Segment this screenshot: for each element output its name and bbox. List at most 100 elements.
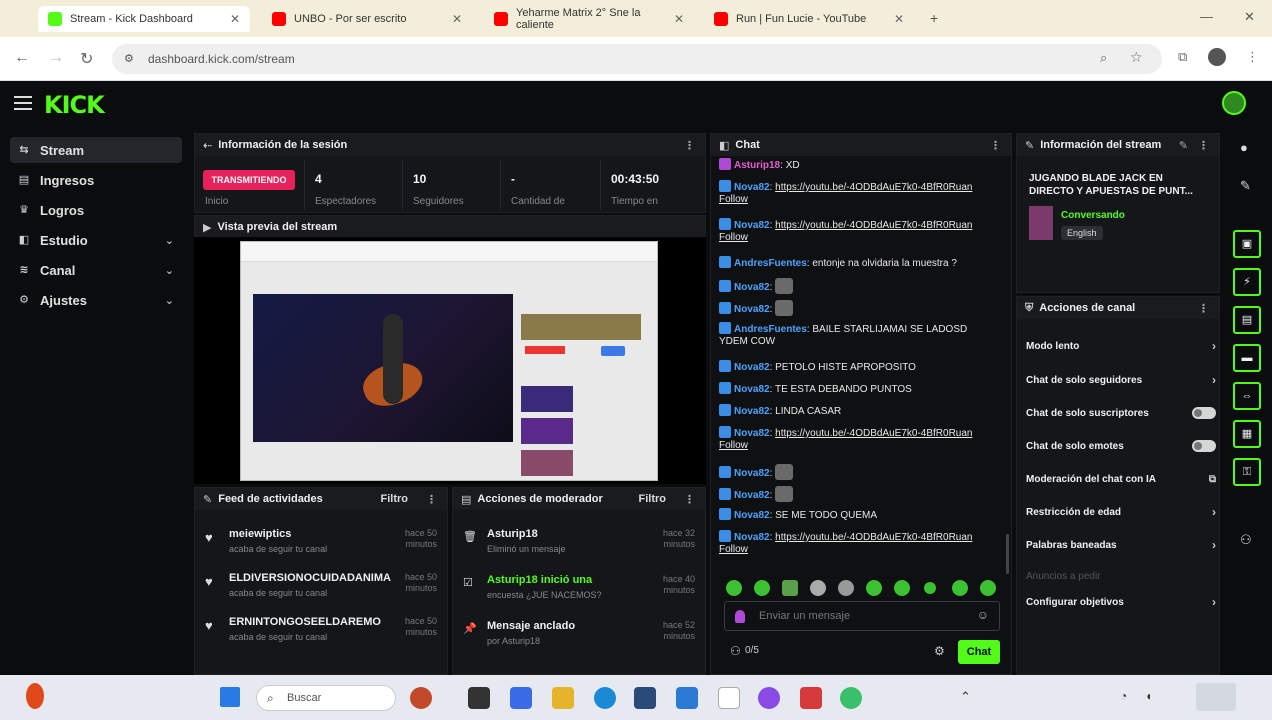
wifi-icon[interactable]: ◔: [1120, 689, 1127, 703]
chat-username[interactable]: Nova82: [734, 304, 770, 315]
browser-tab-kick[interactable]: Stream - Kick Dashboard ✕: [38, 6, 250, 32]
browser-tab-youtube-2[interactable]: Yeharme Matrix 2° Sne la caliente ✕: [484, 6, 694, 32]
activity-username[interactable]: meiewiptics: [229, 528, 291, 540]
chevron-down-icon[interactable]: ⌄: [165, 294, 174, 307]
chat-message[interactable]: Nova82: https://youtu.be/-4ODBdAuE7k0-4B…: [719, 530, 993, 556]
app-icon[interactable]: [410, 687, 432, 709]
emote-icon[interactable]: [980, 580, 996, 596]
settings-icon[interactable]: ⚙: [934, 644, 945, 658]
forward-icon[interactable]: →: [48, 49, 64, 67]
emote-icon[interactable]: [924, 582, 936, 594]
users-icon[interactable]: ⚇: [730, 644, 741, 658]
close-window-icon[interactable]: ✕: [1244, 9, 1255, 25]
list-icon[interactable]: ▤: [1233, 306, 1261, 334]
chat-message[interactable]: AndresFuentes: entonje na olvidaria la m…: [719, 256, 993, 270]
channel-action-item[interactable]: Anuncios a pedir: [1026, 568, 1216, 584]
chat-bubble-icon[interactable]: ▬: [1233, 344, 1261, 372]
app-icon[interactable]: [758, 687, 780, 709]
profile-avatar[interactable]: [1208, 48, 1226, 66]
activity-username[interactable]: ELDIVERSIONOCUIDADANIMA: [229, 572, 391, 584]
chat-username[interactable]: Nova82: [734, 362, 770, 373]
user-avatar[interactable]: [1222, 91, 1246, 115]
chat-scrollbar[interactable]: [1006, 534, 1009, 574]
chat-message[interactable]: Nova82: TE ESTA DEBANDO PUNTOS: [719, 382, 993, 396]
chevron-right-icon[interactable]: ›: [1212, 595, 1216, 609]
more-options-icon[interactable]: ⋮: [684, 139, 695, 152]
chat-message[interactable]: Nova82: LINDA CASAR: [719, 404, 993, 418]
emote-icon[interactable]: [866, 580, 882, 596]
taskbar-search[interactable]: ⌕ Buscar: [256, 685, 396, 711]
chat-username[interactable]: Nova82: [734, 510, 770, 521]
chat-username[interactable]: Nova82: [734, 220, 770, 231]
app-icon[interactable]: [634, 687, 656, 709]
channel-action-item[interactable]: Moderación del chat con IA ⧉: [1026, 471, 1216, 487]
chat-message[interactable]: Nova82: SE ME TODO QUEMA: [719, 508, 993, 522]
chat-message[interactable]: Nova82: https://youtu.be/-4ODBdAuE7k0-4B…: [719, 180, 993, 206]
chat-username[interactable]: AndresFuentes: [734, 258, 807, 269]
more-options-icon[interactable]: ⋮: [684, 493, 695, 506]
activity-row[interactable]: ♥ meiewiptics acaba de seguir tu canal hace…: [195, 522, 447, 566]
edit-icon[interactable]: ✎: [1179, 139, 1188, 152]
close-tab-icon[interactable]: ✕: [452, 12, 462, 26]
emote-icon[interactable]: [810, 580, 826, 596]
chat-message[interactable]: Nova82:: [719, 300, 993, 316]
send-chat-button[interactable]: Chat: [958, 640, 1000, 664]
channel-action-item[interactable]: Chat de solo emotes: [1026, 438, 1216, 454]
filter-button[interactable]: Filtro: [639, 493, 667, 505]
layout-icon[interactable]: ▣: [1233, 230, 1261, 258]
hamburger-menu-icon[interactable]: [14, 96, 32, 110]
chat-message[interactable]: Nova82:: [719, 278, 993, 294]
emote-icon[interactable]: [838, 580, 854, 596]
sidebar-item-ajustes[interactable]: ⚙ Ajustes ⌄: [10, 287, 182, 313]
chat-message[interactable]: Nova82: https://youtu.be/-4ODBdAuE7k0-4B…: [719, 218, 993, 244]
mod-action-row[interactable]: ☑ Asturip18 inició una encuesta ¿JUE NACEM…: [453, 568, 705, 612]
chat-message-list[interactable]: Asturip18: XD Nova82: https://youtu.be/-4…: [711, 158, 1011, 578]
chevron-right-icon[interactable]: ›: [1212, 339, 1216, 353]
more-options-icon[interactable]: ⋮: [1198, 139, 1209, 152]
mod-action-title[interactable]: Asturip18: [487, 528, 538, 540]
browser-tab-youtube-3[interactable]: Run | Fun Lucie - YouTube ✕: [704, 6, 914, 32]
activity-row[interactable]: ♥ ERNINTONGOSEELDAREMO acaba de seguir tu …: [195, 610, 447, 654]
grid-icon[interactable]: ▦: [1233, 420, 1261, 448]
chat-username[interactable]: Asturip18: [734, 160, 780, 171]
chat-username[interactable]: Nova82: [734, 468, 770, 479]
file-explorer-icon[interactable]: [552, 687, 574, 709]
more-options-icon[interactable]: ⋮: [990, 139, 1001, 152]
activity-username[interactable]: ERNINTONGOSEELDAREMO: [229, 616, 381, 628]
bookmark-star-icon[interactable]: ☆: [1130, 49, 1143, 66]
app-icon[interactable]: [510, 687, 532, 709]
key-icon[interactable]: ⚿: [1233, 458, 1261, 486]
emote-icon[interactable]: [952, 580, 968, 596]
emote-icon[interactable]: [782, 580, 798, 596]
minimize-icon[interactable]: —: [1200, 9, 1213, 24]
chat-message[interactable]: Asturip18: XD: [719, 158, 993, 172]
app-icon[interactable]: [676, 687, 698, 709]
volume-icon[interactable]: ◖: [1145, 689, 1152, 703]
chat-username[interactable]: Nova82: [734, 406, 770, 417]
chrome-icon[interactable]: [840, 687, 862, 709]
sidebar-item-stream[interactable]: ⇆ Stream: [10, 137, 182, 163]
notification-icon[interactable]: ●: [1240, 140, 1248, 155]
chat-username[interactable]: Nova82: [734, 182, 770, 193]
sidebar-item-ingresos[interactable]: ▤ Ingresos: [10, 167, 182, 193]
close-tab-icon[interactable]: ✕: [894, 12, 904, 26]
chat-username[interactable]: Nova82: [734, 282, 770, 293]
chat-message[interactable]: Nova82:: [719, 486, 993, 502]
mod-action-title[interactable]: Asturip18 inició una: [487, 574, 592, 586]
pencil-icon[interactable]: ✎: [1240, 178, 1251, 194]
split-icon[interactable]: ⇔: [1233, 382, 1261, 410]
external-link-icon[interactable]: ⧉: [1209, 474, 1216, 485]
chevron-right-icon[interactable]: ›: [1212, 538, 1216, 552]
activity-row[interactable]: ♥ ELDIVERSIONOCUIDADANIMA acaba de seguir …: [195, 566, 447, 610]
url-field[interactable]: dashboard.kick.com/stream: [112, 44, 1162, 74]
users-icon[interactable]: ⚇: [1240, 532, 1252, 548]
emote-icon[interactable]: [754, 580, 770, 596]
app-icon[interactable]: [800, 687, 822, 709]
mod-action-row[interactable]: 🗑 Asturip18 Eliminó un mensaje hace 32 minu…: [453, 522, 705, 566]
category-name[interactable]: Conversando: [1061, 210, 1125, 221]
chat-message[interactable]: Nova82: https://youtu.be/-4ODBdAuE7k0-4B…: [719, 426, 993, 452]
lightning-icon[interactable]: ⚡: [1233, 268, 1261, 296]
more-options-icon[interactable]: ⋮: [426, 493, 437, 506]
more-options-icon[interactable]: ⋮: [1198, 302, 1209, 315]
chat-message[interactable]: Nova82:: [719, 464, 993, 480]
